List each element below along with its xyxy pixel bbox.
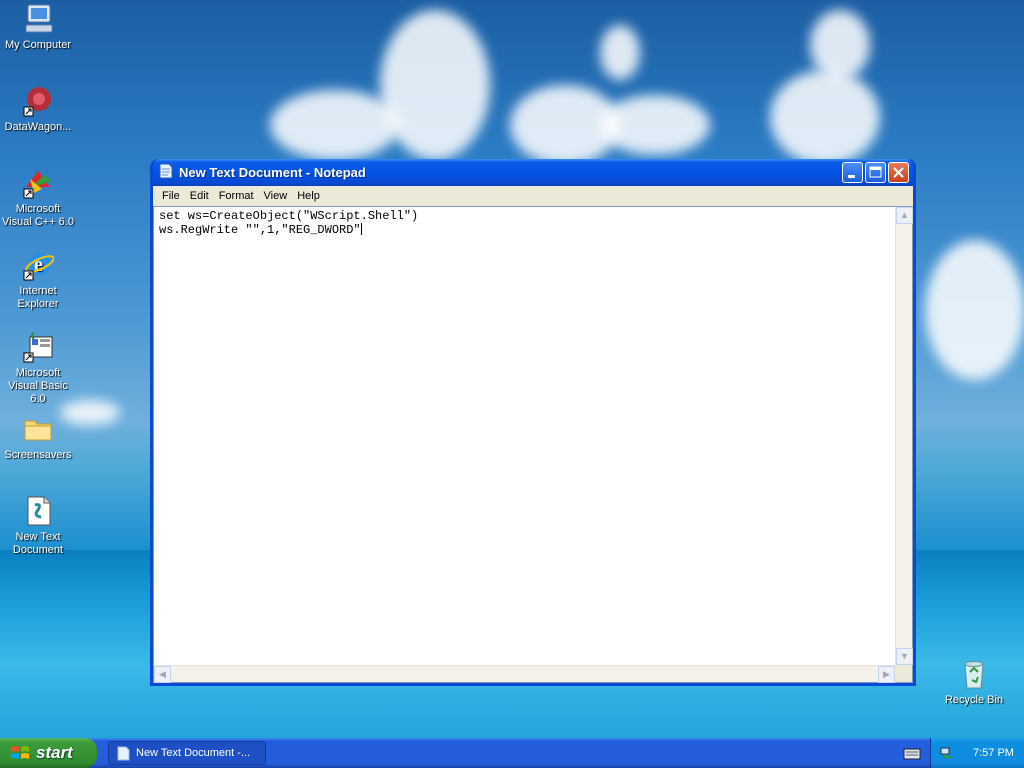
desktop-icon-label: Microsoft Visual C++ 6.0 [2, 203, 74, 228]
menu-format[interactable]: Format [214, 190, 259, 202]
menu-bar: File Edit Format View Help [153, 186, 913, 206]
desktop-icon-datawagon[interactable]: DataWagon... [0, 85, 76, 134]
clock[interactable]: 7:57 PM [973, 747, 1014, 759]
notepad-icon [159, 163, 173, 182]
desktop-icon-label: Screensavers [4, 449, 72, 461]
scroll-up-arrow-icon[interactable]: ▲ [896, 207, 913, 224]
my-computer-icon [22, 3, 54, 35]
visual-cpp-icon [22, 167, 54, 199]
text-line: ws.RegWrite "",1,"REG_DWORD" [159, 223, 361, 237]
menu-help[interactable]: Help [292, 190, 325, 202]
windows-logo-icon [10, 744, 30, 762]
text-editor-area[interactable]: set ws=CreateObject("WScript.Shell") ws.R… [153, 206, 913, 683]
visual-basic-icon [22, 331, 54, 363]
resize-grip[interactable] [895, 665, 912, 682]
scroll-down-arrow-icon[interactable]: ▼ [896, 648, 913, 665]
desktop-icon-label: My Computer [4, 39, 72, 51]
notepad-window[interactable]: New Text Document - Notepad File Edit Fo… [150, 159, 916, 686]
desktop-icon-label: Microsoft Visual Basic 6.0 [8, 367, 68, 405]
start-button[interactable]: start [0, 738, 97, 768]
desktop-icon-label: New Text Document [12, 531, 64, 556]
taskbar-button-label: New Text Document -... [136, 747, 251, 759]
menu-file[interactable]: File [157, 190, 185, 202]
taskbar: start New Text Document -... 7:57 PM [0, 738, 1024, 768]
folder-icon [22, 413, 54, 445]
scroll-right-arrow-icon[interactable]: ▶ [878, 666, 895, 683]
menu-edit[interactable]: Edit [185, 190, 214, 202]
internet-explorer-icon: e [22, 249, 55, 281]
scroll-left-arrow-icon[interactable]: ◀ [154, 666, 171, 683]
network-icon[interactable] [939, 744, 955, 763]
text-content[interactable]: set ws=CreateObject("WScript.Shell") ws.R… [156, 207, 894, 665]
desktop-icon-label: DataWagon... [4, 121, 72, 133]
keyboard-icon[interactable] [903, 746, 921, 760]
text-document-icon [22, 495, 54, 527]
recycle-bin-icon [958, 658, 990, 690]
desktop-icon-label: Internet Explorer [17, 285, 59, 310]
desktop-icon-internet-explorer[interactable]: e Internet Explorer [0, 249, 76, 311]
start-label: start [36, 743, 73, 762]
desktop-icon-visual-basic[interactable]: Microsoft Visual Basic 6.0 [0, 331, 76, 406]
text-caret [360, 223, 362, 235]
maximize-button[interactable] [865, 162, 886, 183]
desktop-icon-label: Recycle Bin [944, 694, 1004, 706]
desktop-icon-recycle-bin[interactable]: Recycle Bin [936, 658, 1012, 707]
vertical-scrollbar[interactable]: ▲ ▼ [895, 207, 913, 665]
desktop-icon-visual-cpp[interactable]: Microsoft Visual C++ 6.0 [0, 167, 76, 229]
desktop-icon-screensavers[interactable]: Screensavers [0, 413, 76, 462]
window-titlebar[interactable]: New Text Document - Notepad [153, 159, 913, 186]
system-tray: 7:57 PM [930, 738, 1024, 768]
minimize-button[interactable] [842, 162, 863, 183]
notepad-icon [117, 746, 130, 761]
desktop-icon-new-text-document[interactable]: New Text Document [0, 495, 76, 557]
text-line: set ws=CreateObject("WScript.Shell") [159, 209, 419, 223]
desktop-icon-my-computer[interactable]: My Computer [0, 3, 76, 52]
menu-view[interactable]: View [259, 190, 293, 202]
taskbar-button-notepad[interactable]: New Text Document -... [108, 741, 266, 765]
close-button[interactable] [888, 162, 909, 183]
window-title: New Text Document - Notepad [179, 165, 366, 180]
datawagon-icon [22, 85, 54, 117]
horizontal-scrollbar[interactable]: ◀ ▶ [154, 665, 895, 683]
